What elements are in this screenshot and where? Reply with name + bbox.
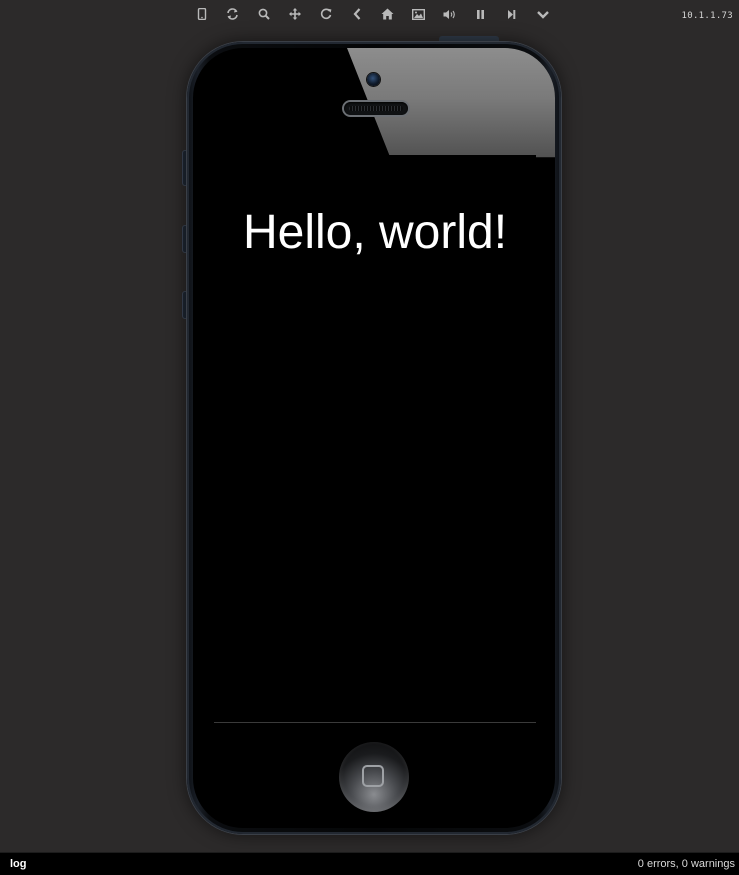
error-summary: 0 errors, 0 warnings [637, 858, 735, 870]
back-icon [353, 8, 360, 20]
screen-bottom-edge [214, 722, 536, 723]
chevron-down-icon [536, 10, 549, 19]
simulator-toolbar [186, 4, 558, 24]
hello-world-text: Hello, world! [242, 206, 508, 259]
reload-button[interactable] [310, 4, 341, 24]
device-button[interactable] [186, 4, 217, 24]
back-button[interactable] [341, 4, 372, 24]
home-square-icon [362, 765, 384, 787]
simulator-stage: 10.1.1.73 Hello, world! log 0 errors, 0 … [0, 0, 739, 875]
pause-icon [477, 9, 484, 19]
screenshot-icon [412, 8, 425, 20]
screenshot-button[interactable] [403, 4, 434, 24]
device-ip-address: 10.1.1.73 [681, 11, 733, 21]
status-bar: log 0 errors, 0 warnings [0, 852, 739, 875]
reload-icon [320, 8, 331, 20]
device-screen[interactable]: Hello, world! [214, 155, 536, 723]
rotate-icon [227, 8, 238, 20]
zoom-button[interactable] [248, 4, 279, 24]
move-icon [288, 8, 301, 20]
home-button[interactable] [372, 4, 403, 24]
step-icon [508, 9, 516, 19]
front-camera [367, 73, 380, 86]
volume-icon [443, 9, 455, 19]
more-button[interactable] [527, 4, 558, 24]
pause-button[interactable] [465, 4, 496, 24]
device-home-button[interactable] [339, 742, 409, 812]
zoom-icon [258, 8, 270, 20]
volume-button[interactable] [434, 4, 465, 24]
home-icon [381, 8, 394, 20]
step-button[interactable] [496, 4, 527, 24]
rotate-button[interactable] [217, 4, 248, 24]
device-icon [197, 8, 206, 20]
earpiece-speaker [344, 102, 408, 115]
log-toggle[interactable]: log [10, 858, 27, 870]
move-button[interactable] [279, 4, 310, 24]
